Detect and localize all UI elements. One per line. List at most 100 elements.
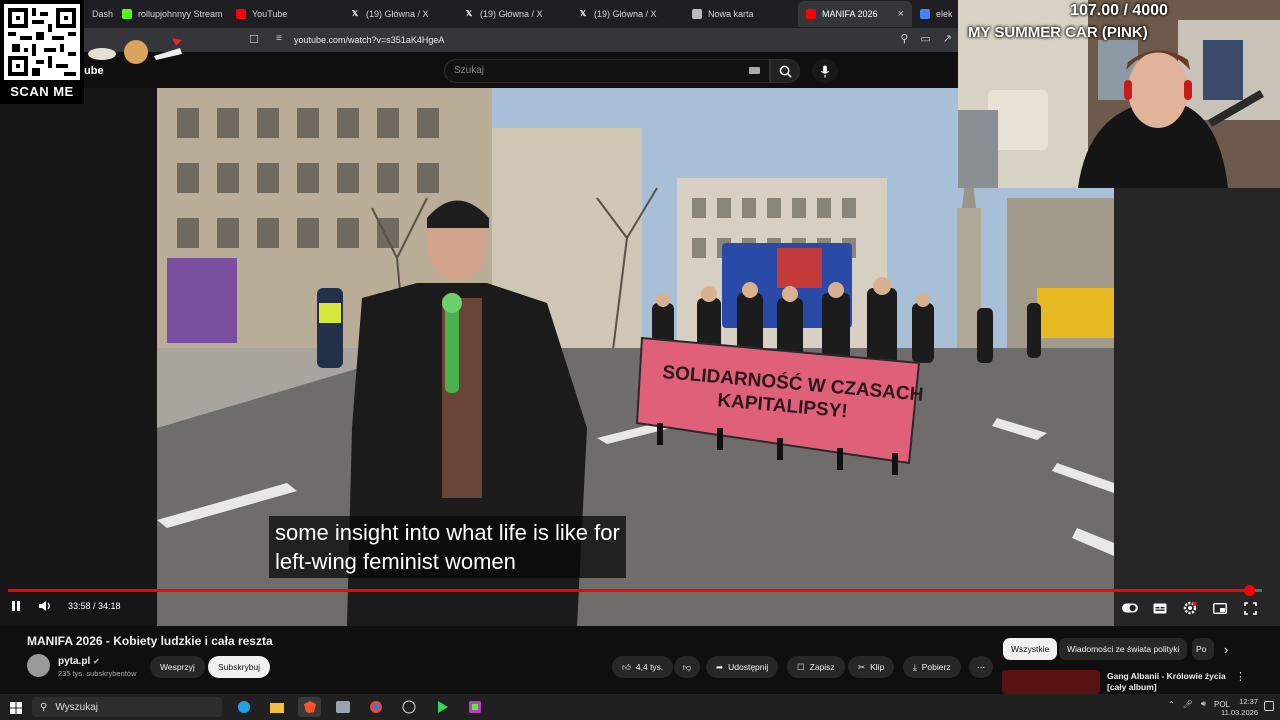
download-icon: ⤓	[913, 661, 917, 672]
windows-start-icon[interactable]	[10, 701, 22, 714]
channel-name[interactable]: pyta.pl ✔	[58, 656, 100, 667]
more-horizontal-icon: ⋯	[976, 661, 986, 672]
channel-name-text[interactable]: pyta.pl	[58, 656, 90, 667]
more-actions-button[interactable]: ⋯	[969, 656, 993, 678]
progress-bar[interactable]	[8, 585, 1262, 596]
voice-search-button[interactable]	[812, 59, 838, 83]
chip-more[interactable]: Po	[1192, 638, 1214, 660]
tab-close-icon[interactable]: ×	[898, 8, 904, 20]
thumbs-up-icon: 👍︎	[622, 661, 631, 672]
subtitles-icon[interactable]	[1152, 600, 1168, 616]
search-input[interactable]: Szukaj	[444, 59, 770, 83]
miniplayer-icon[interactable]	[1212, 600, 1228, 616]
scissors-icon: ✂	[858, 661, 866, 672]
browser-tab-label: (19) Główna / X	[480, 9, 543, 19]
browser-tab[interactable]: rollupjohnnyy Stream	[114, 1, 228, 27]
x-icon: 𝕏	[465, 9, 473, 18]
taskbar-search[interactable]: ⚲ Wyszukaj	[32, 697, 222, 717]
support-button[interactable]: Wesprzyj	[150, 656, 205, 678]
browser-tab[interactable]: 𝕏 (19) Główna / X	[342, 1, 456, 27]
edge-icon[interactable]	[232, 697, 255, 717]
browser-tab[interactable]: YouTube	[228, 1, 342, 27]
chrome-icon[interactable]	[364, 697, 387, 717]
video-title: MANIFA 2026 - Kobiety ludzkie i cała res…	[27, 634, 273, 648]
streaming-app-icon[interactable]	[463, 697, 486, 717]
clip-button[interactable]: ✂ Klip	[848, 656, 895, 678]
browser-tab-label: MANIFA 2026	[822, 9, 878, 19]
youtube-icon	[806, 9, 816, 19]
caption-line-2: left-wing feminist women	[275, 549, 516, 574]
zoom-icon[interactable]: ⚲	[900, 32, 908, 45]
save-button[interactable]: ☐ Zapisz	[787, 656, 845, 678]
notification-icon[interactable]	[1264, 701, 1274, 711]
video-details: MANIFA 2026 - Kobiety ludzkie i cała res…	[0, 626, 1280, 694]
chip-more-label: Po	[1196, 644, 1207, 654]
chevron-right-icon[interactable]: ›	[1224, 642, 1228, 657]
browser-tab[interactable]: Nowa karta	[684, 1, 798, 27]
microphone-tray-icon[interactable]: 🎤︎	[1183, 700, 1193, 709]
clock-time: 12:37	[1239, 697, 1258, 706]
share-icon[interactable]: ↗	[943, 32, 952, 45]
obs-icon[interactable]	[397, 697, 420, 717]
chip-all-label: Wszystkie	[1011, 644, 1050, 654]
settings-gear-icon[interactable]	[1182, 600, 1198, 616]
taskbar-search-label: Wyszukaj	[55, 701, 99, 713]
cast-icon[interactable]: ▭	[920, 32, 930, 45]
browser-tab[interactable]: Dash	[84, 1, 114, 27]
progress-bar-played	[8, 589, 1250, 592]
video-letterbox-left	[0, 88, 157, 626]
qr-scan-label: SCAN ME	[10, 84, 74, 99]
chip-all[interactable]: Wszystkie	[1003, 638, 1058, 660]
recommendation-title[interactable]: Gang Albanii - Królowie życia [cały albu…	[1107, 671, 1232, 693]
fullscreen-icon[interactable]	[1242, 600, 1258, 616]
bookmark-save-icon: ☐	[797, 661, 805, 672]
time-display: 33:58 / 34:18	[68, 601, 121, 611]
browser-tab[interactable]: 𝕏 (19) Główna / X	[456, 1, 570, 27]
tray-chevron-icon[interactable]: ⌃	[1168, 700, 1175, 709]
search-placeholder: Szukaj	[454, 65, 485, 76]
volume-icon[interactable]	[38, 600, 52, 612]
url-text[interactable]: youtube.com/watch?v=s351aK4HgeA	[294, 35, 444, 45]
taskbar-clock[interactable]: 12:37 11.03.2026	[1221, 696, 1258, 718]
recommendation-thumbnail[interactable]	[1002, 670, 1100, 694]
file-explorer-icon[interactable]	[265, 697, 288, 717]
chip-politics-label: Wiadomości ze świata polityki	[1067, 644, 1180, 654]
emote-overlay	[86, 34, 186, 68]
player-controls-left: 33:58 / 34:18	[10, 600, 121, 612]
download-button[interactable]: ⤓ Pobierz	[903, 656, 961, 678]
speaker-icon[interactable]: 🔊︎	[1201, 699, 1206, 709]
recommendation-menu-icon[interactable]: ⋮	[1235, 670, 1246, 683]
autoplay-toggle-icon[interactable]	[1122, 600, 1138, 616]
browser-tab[interactable]: MANIFA 2026 ×	[798, 1, 912, 27]
chip-politics[interactable]: Wiadomości ze świata polityki	[1059, 638, 1188, 660]
browser-tab[interactable]: 𝕏 (19) Główna / X	[570, 1, 684, 27]
browser-tab-label: Dash	[92, 9, 114, 19]
search-icon	[779, 65, 792, 78]
stream-goal-counter: 107.00 / 4000	[1070, 2, 1168, 19]
search-button[interactable]	[770, 59, 800, 83]
share-button[interactable]: ➦ Udostępnij	[706, 656, 779, 678]
dislike-button[interactable]: 👎︎	[674, 656, 700, 678]
site-info-icon[interactable]: ≡	[276, 33, 282, 44]
stream-game-label: MY SUMMER CAR (PINK)	[968, 24, 1148, 41]
video-letterbox-right	[1114, 188, 1280, 626]
share-button-label: Udostępnij	[728, 662, 769, 672]
media-app-icon[interactable]	[430, 697, 453, 717]
subscribe-button[interactable]: Subskrybuj	[208, 656, 271, 678]
keyboard-icon[interactable]	[749, 67, 760, 74]
qr-code-overlay: SCAN ME	[0, 0, 84, 104]
brave-icon[interactable]	[298, 697, 321, 717]
youtube-icon	[236, 9, 246, 19]
app-window-icon[interactable]	[331, 697, 354, 717]
like-button[interactable]: 👍︎ 4,4 tys.	[612, 656, 674, 678]
bookmark-icon[interactable]: ☐	[249, 33, 259, 46]
qr-code-icon	[4, 4, 80, 80]
browser-tab-label: Nowa karta	[708, 9, 754, 19]
browser-tab[interactable]: elektr	[912, 1, 952, 27]
kick-icon	[122, 9, 132, 19]
pause-icon[interactable]	[10, 600, 22, 612]
subscribe-button-label: Subskrybuj	[218, 662, 261, 672]
share-arrow-icon: ➦	[716, 661, 724, 672]
channel-avatar[interactable]	[27, 654, 50, 677]
support-button-label: Wesprzyj	[160, 662, 195, 672]
